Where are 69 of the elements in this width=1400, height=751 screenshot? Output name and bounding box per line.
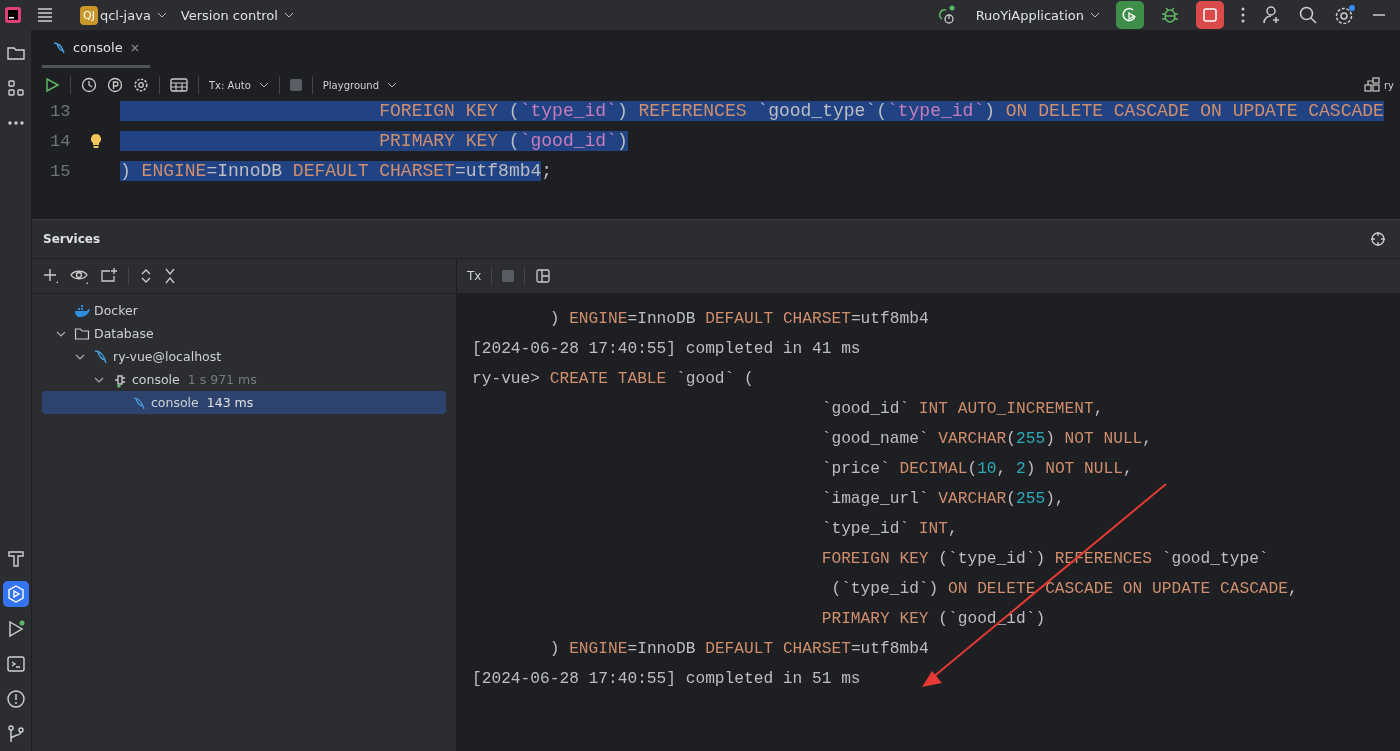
services-icon[interactable] <box>2 581 29 607</box>
tree-item[interactable]: ry-vue@localhost <box>42 345 446 368</box>
execute-icon[interactable] <box>44 77 60 93</box>
history-icon[interactable] <box>81 77 97 93</box>
panel-title: Services <box>43 232 101 246</box>
code-line: ) ENGINE=InnoDB DEFAULT CHARSET=utf8mb4; <box>120 160 553 183</box>
close-icon[interactable] <box>129 42 140 53</box>
rerun-icon <box>1121 6 1139 24</box>
table-icon[interactable] <box>170 78 188 92</box>
run-configuration-selector[interactable]: RuoYiApplication <box>975 7 1100 23</box>
parameters-icon[interactable] <box>107 77 123 93</box>
tree-item[interactable]: Database <box>42 322 446 345</box>
console-line: ) ENGINE=InnoDB DEFAULT CHARSET=utf8mb4 <box>548 309 930 330</box>
tree-item[interactable]: console 143 ms <box>42 391 446 414</box>
datasource-label[interactable]: ry <box>1383 79 1394 91</box>
console-line: `type_id` INT, <box>820 519 959 540</box>
console-line: ry-vue> CREATE TABLE `good` ( <box>472 369 755 390</box>
caret-icon <box>283 12 294 18</box>
console-line: ) ENGINE=InnoDB DEFAULT CHARSET=utf8mb4 <box>548 639 930 660</box>
dolphin-icon <box>93 348 109 365</box>
search-icon[interactable] <box>1298 5 1318 25</box>
stop-button[interactable] <box>1196 1 1224 29</box>
app-logo-icon[interactable] <box>4 6 22 24</box>
add-user-icon[interactable] <box>1262 5 1282 25</box>
console-line: [2024-06-28 17:40:55] completed in 41 ms <box>472 339 862 360</box>
editor-tab[interactable]: console <box>42 30 150 68</box>
schema-diagram-icon[interactable] <box>1363 77 1380 93</box>
line-number: 13 <box>50 101 70 121</box>
console-line: `good_id` INT AUTO_INCREMENT, <box>820 399 1105 420</box>
console-line: `good_name` VARCHAR(255) NOT NULL, <box>820 429 1154 450</box>
project-selector[interactable]: qcl-java <box>99 7 167 23</box>
project-badge: QJ <box>80 5 98 25</box>
dolphin-icon <box>52 40 66 55</box>
layout-icon[interactable] <box>535 268 552 284</box>
new-tab-icon[interactable] <box>100 267 118 285</box>
debug-bug-icon[interactable] <box>1160 5 1180 25</box>
caret-icon <box>258 82 269 88</box>
line-number: 15 <box>50 161 70 181</box>
settings-icon[interactable] <box>1334 4 1356 26</box>
add-icon[interactable] <box>42 267 60 285</box>
expand-all-icon[interactable] <box>139 267 153 285</box>
version-control-menu[interactable]: Version control <box>180 7 294 23</box>
tree-item[interactable]: Docker <box>42 299 446 322</box>
lightbulb-icon[interactable] <box>90 133 102 149</box>
code-line: FOREIGN KEY (`type_id`) REFERENCES `good_type`(`type_id`) ON DELETE CASCADE ON UPDATE CASCADE <box>120 96 1384 126</box>
stop-icon[interactable] <box>289 79 302 91</box>
transaction-mode-dropdown[interactable]: Tx: Auto <box>209 79 269 91</box>
more-options-icon[interactable] <box>1240 6 1246 24</box>
tree-item[interactable]: console 1 s 971 ms <box>42 368 446 391</box>
dolphin-icon <box>131 394 147 411</box>
settings-icon[interactable] <box>133 77 149 93</box>
code-line: PRIMARY KEY (`good_id`) <box>120 126 628 156</box>
menu-icon[interactable] <box>36 7 54 23</box>
folder-icon <box>74 325 90 342</box>
line-number: 14 <box>50 131 70 151</box>
collapse-all-icon[interactable] <box>163 267 177 285</box>
console-line: `image_url` VARCHAR(255), <box>820 489 1066 510</box>
transaction-icon[interactable]: Tx <box>467 269 482 283</box>
caret-icon <box>156 12 167 18</box>
caret-icon <box>1090 12 1100 18</box>
session-mode-dropdown[interactable]: Playground <box>322 79 398 91</box>
console-line: `price` DECIMAL(10, 2) NOT NULL, <box>820 459 1134 480</box>
console-line: [2024-06-28 17:40:55] completed in 51 ms <box>472 669 862 690</box>
target-icon[interactable] <box>1370 231 1386 247</box>
caret-icon <box>387 82 398 88</box>
stop-icon <box>1202 7 1218 23</box>
rerun-button[interactable] <box>1116 1 1144 29</box>
whale-icon <box>74 302 90 319</box>
console-line: (`type_id`) ON DELETE CASCADE ON UPDATE CASCADE, <box>830 579 1299 600</box>
